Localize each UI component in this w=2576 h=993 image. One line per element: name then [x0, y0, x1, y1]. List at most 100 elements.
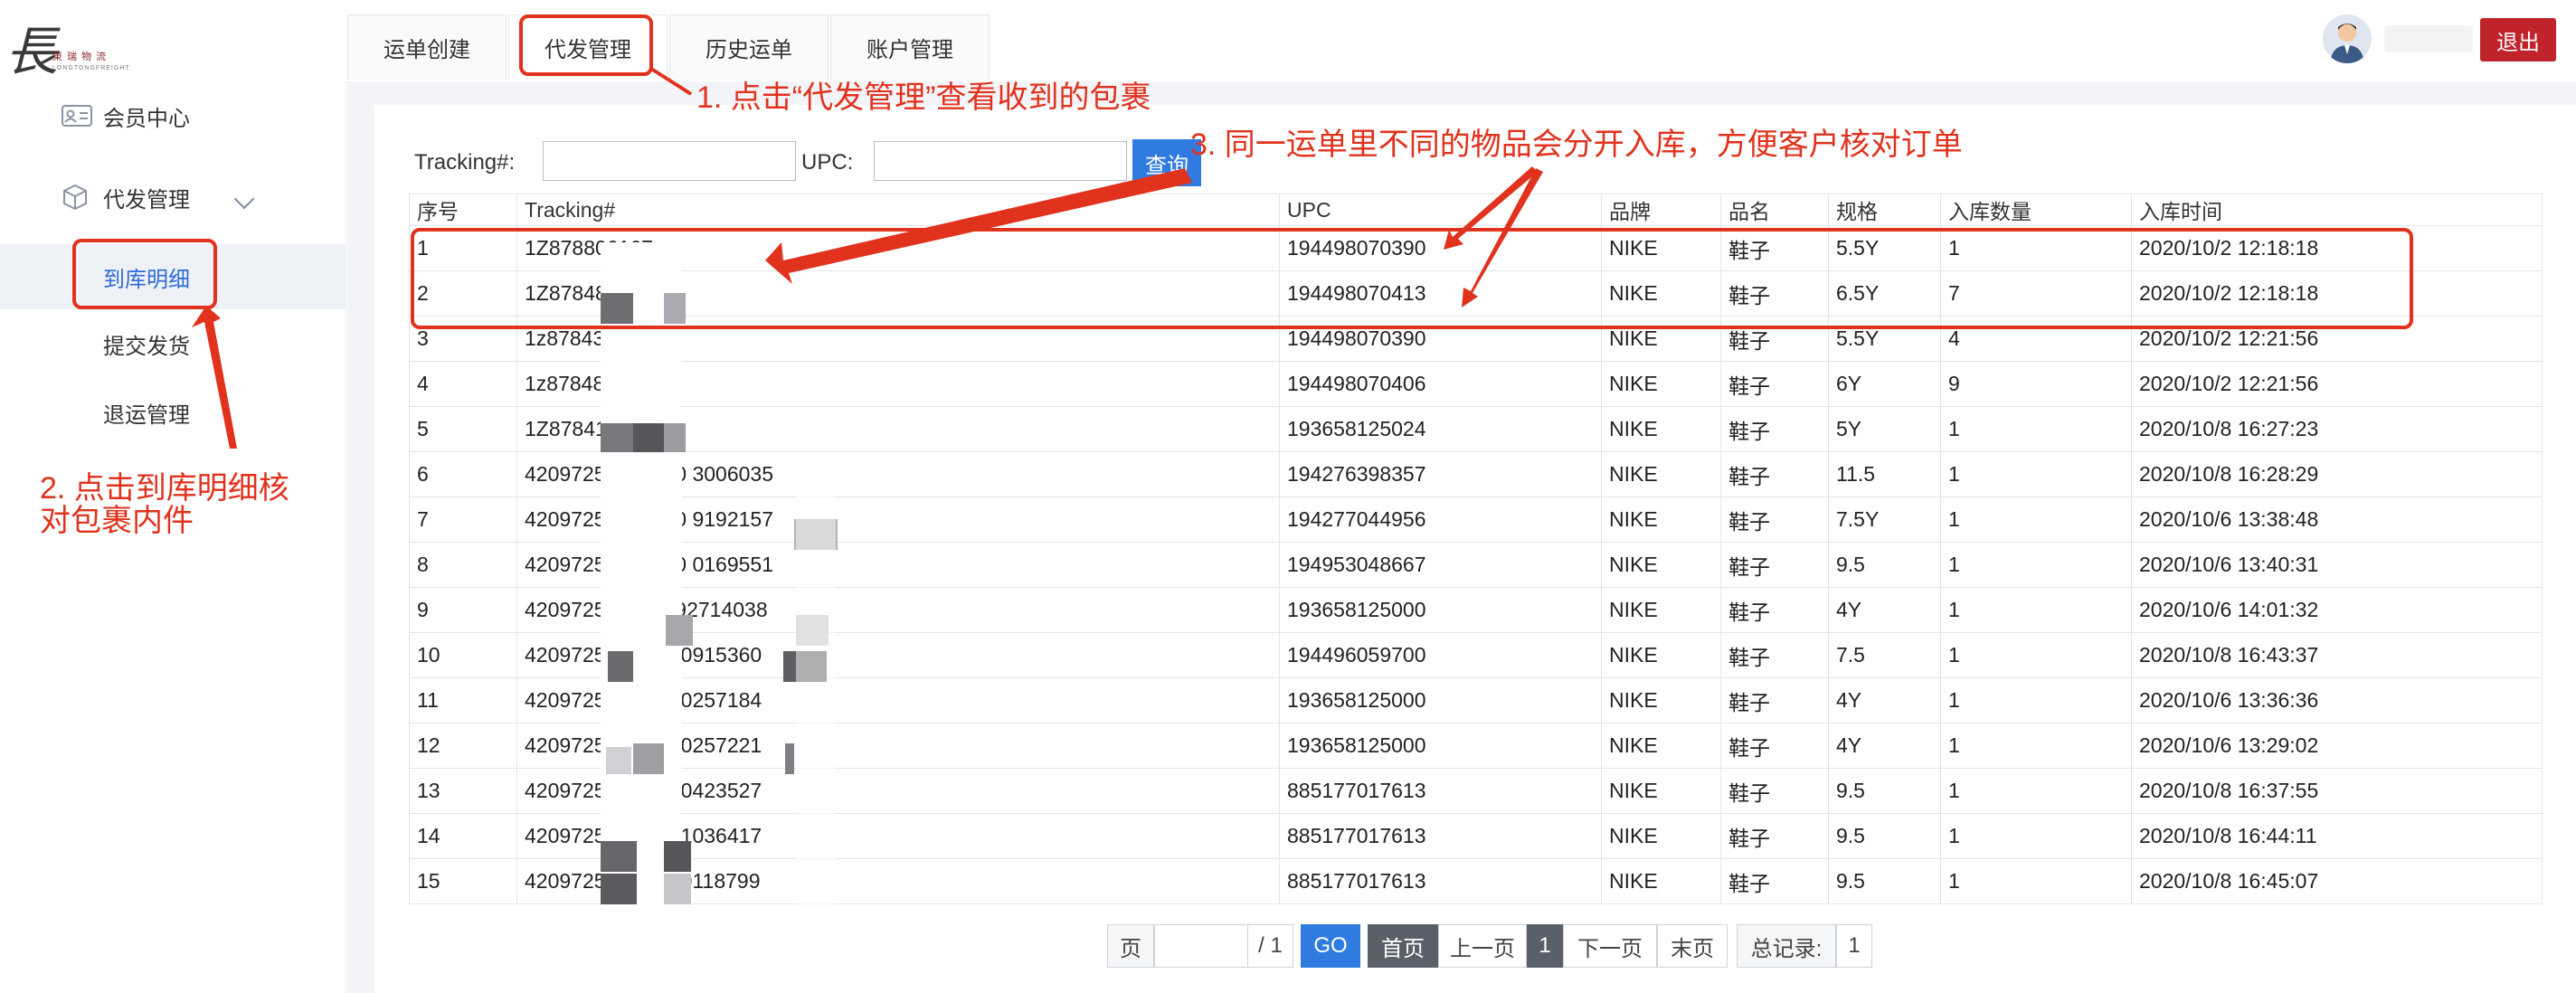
cell-product: 鞋子 — [1720, 496, 1829, 543]
cell-quantity: 9 — [1940, 361, 2132, 407]
column-header-brand[interactable]: 品牌 — [1601, 194, 1721, 226]
table-row[interactable]: 144209725102008 1036417885177017613NIKE鞋… — [409, 813, 2543, 859]
main-tabs: 运单创建 代发管理 历史运单 账户管理 — [347, 14, 991, 81]
first-page-button[interactable]: 首页 — [1368, 924, 1438, 968]
page-number-input[interactable] — [1154, 924, 1248, 968]
sidebar-item-return-management[interactable]: 退运管理 — [0, 380, 346, 445]
company-logo[interactable]: 長 東 瑞 物 流 LONGTONGFREIGHT — [0, 5, 136, 82]
next-page-button[interactable]: 下一页 — [1563, 924, 1657, 968]
chevron-down-icon — [233, 188, 255, 210]
table-row[interactable]: 134209725102008 0423527885177017613NIKE鞋… — [409, 768, 2543, 814]
cell-upc: 885177017613 — [1279, 768, 1602, 814]
sidebar-item-member-center[interactable]: 会员中心 — [0, 83, 346, 148]
cell-product: 鞋子 — [1720, 406, 1829, 452]
cell-time: 2020/10/6 13:38:48 — [2131, 496, 2543, 543]
cell-product: 鞋子 — [1720, 677, 1829, 723]
cell-product: 鞋子 — [1720, 542, 1829, 588]
cell-index: 5 — [409, 406, 517, 452]
column-header-time[interactable]: 入库时间 — [2131, 194, 2543, 226]
cell-index: 10 — [409, 632, 517, 678]
cell-index: 7 — [409, 496, 517, 543]
cell-brand: NIKE — [1601, 496, 1721, 543]
cell-size: 4Y — [1828, 587, 1941, 633]
tab-history-waybill[interactable]: 历史运单 — [669, 14, 829, 80]
cell-product: 鞋子 — [1720, 451, 1829, 497]
cell-size: 4Y — [1828, 677, 1941, 723]
cell-time: 2020/10/6 13:36:36 — [2131, 677, 2543, 723]
cell-brand: NIKE — [1601, 723, 1721, 769]
table-row[interactable]: 154209725102008 0118799885177017613NIKE鞋… — [409, 858, 2543, 904]
cell-quantity: 1 — [1940, 542, 2132, 588]
cell-brand: NIKE — [1601, 813, 1721, 859]
cell-quantity: 1 — [1940, 451, 2132, 497]
column-header-index[interactable]: 序号 — [409, 194, 517, 226]
cell-upc: 194953048667 — [1279, 542, 1602, 588]
column-header-upc[interactable]: UPC — [1279, 194, 1602, 226]
username-redacted — [2384, 25, 2473, 52]
column-header-tracking[interactable]: Tracking# — [516, 194, 1280, 226]
cell-index: 12 — [409, 723, 517, 769]
column-header-product[interactable]: 品名 — [1720, 194, 1829, 226]
last-page-button[interactable]: 末页 — [1657, 924, 1728, 968]
column-header-size[interactable]: 规格 — [1828, 194, 1941, 226]
cell-product: 鞋子 — [1720, 723, 1829, 769]
cell-size: 9.5 — [1828, 858, 1941, 904]
upc-input[interactable] — [874, 141, 1127, 181]
column-header-quantity[interactable]: 入库数量 — [1940, 194, 2132, 226]
cell-upc: 193658125024 — [1279, 406, 1602, 452]
sidebar-item-submit-shipment[interactable]: 提交发货 — [0, 311, 346, 376]
table-row[interactable]: 104209725102008 0915360194496059700NIKE鞋… — [409, 632, 2543, 678]
table-row[interactable]: 642097259018780 3006035194276398357NIKE鞋… — [409, 451, 2543, 497]
cell-size: 9.5 — [1828, 768, 1941, 814]
avatar-icon — [2330, 24, 2364, 63]
sidebar-item-label: 会员中心 — [103, 106, 190, 131]
page-label: 页 — [1107, 924, 1154, 968]
cell-upc: 194498070406 — [1279, 361, 1602, 407]
cell-size: 11.5 — [1828, 451, 1941, 497]
cell-index: 11 — [409, 677, 517, 723]
logo-subtitle: 東 瑞 物 流 — [52, 52, 108, 62]
current-page-button[interactable]: 1 — [1527, 924, 1563, 968]
cell-product: 鞋子 — [1720, 361, 1829, 407]
sidebar-item-dropship[interactable]: 代发管理 — [0, 165, 346, 230]
table-row[interactable]: 5 1Z8784140909 193658125024 NIKE 鞋子 5Y 1 2020/1… — [409, 406, 2543, 452]
cell-quantity: 1 — [1940, 677, 2132, 723]
cell-upc: 194276398357 — [1279, 451, 1602, 497]
cell-time: 2020/10/8 16:28:29 — [2131, 451, 2543, 497]
table-row[interactable]: 9420972510200792714038193658125000NIKE鞋子… — [409, 587, 2543, 633]
highlight-rows-box — [411, 228, 2413, 329]
annotation-step-2-line2: 对包裹内件 — [40, 504, 194, 538]
logout-button[interactable]: 退出 — [2480, 18, 2556, 61]
tab-account-management[interactable]: 账户管理 — [830, 14, 990, 80]
table-row[interactable]: 842097259018780 0169551194953048667NIKE鞋… — [409, 542, 2543, 588]
cell-time: 2020/10/8 16:45:07 — [2131, 858, 2543, 904]
cell-index: 13 — [409, 768, 517, 814]
table-row[interactable]: 742097259018780 9192157194277044956NIKE鞋… — [409, 496, 2543, 543]
tracking-label: Tracking#: — [414, 150, 516, 175]
cell-upc: 194496059700 — [1279, 632, 1602, 678]
cell-quantity: 1 — [1940, 587, 2132, 633]
cell-size: 5Y — [1828, 406, 1941, 452]
cell-index: 9 — [409, 587, 517, 633]
prev-page-button[interactable]: 上一页 — [1438, 924, 1527, 968]
sidebar-item-label: 代发管理 — [103, 187, 190, 213]
tracking-input[interactable] — [543, 141, 796, 181]
cell-product: 鞋子 — [1720, 858, 1829, 904]
cell-upc: 885177017613 — [1279, 813, 1602, 859]
table-row[interactable]: 4 1z8784806318 194498070406 NIKE 鞋子 6Y 9 2020/1… — [409, 361, 2543, 407]
pagination: 页 / 1 GO 首页 上一页 1 下一页 末页 总记录: 1 — [1107, 924, 1872, 968]
cell-time: 2020/10/8 16:37:55 — [2131, 768, 2543, 814]
go-button[interactable]: GO — [1301, 924, 1360, 968]
table-row[interactable]: 114209725102008 0257184193658125000NIKE鞋… — [409, 677, 2543, 723]
table-row[interactable]: 124209725102008 0257221193658125000NIKE鞋… — [409, 723, 2543, 769]
highlight-sidebar-box — [72, 239, 217, 309]
cell-brand: NIKE — [1601, 632, 1721, 678]
total-records-label: 总记录: — [1737, 924, 1836, 968]
cell-upc: 193658125000 — [1279, 723, 1602, 769]
user-avatar[interactable] — [2323, 14, 2372, 63]
tab-create-waybill[interactable]: 运单创建 — [347, 14, 507, 80]
top-bar: 長 東 瑞 物 流 LONGTONGFREIGHT 运单创建 代发管理 历史运单… — [0, 0, 2576, 82]
cell-brand: NIKE — [1601, 406, 1721, 452]
logo-subtitle-en: LONGTONGFREIGHT — [52, 65, 130, 71]
cell-quantity: 1 — [1940, 406, 2132, 452]
